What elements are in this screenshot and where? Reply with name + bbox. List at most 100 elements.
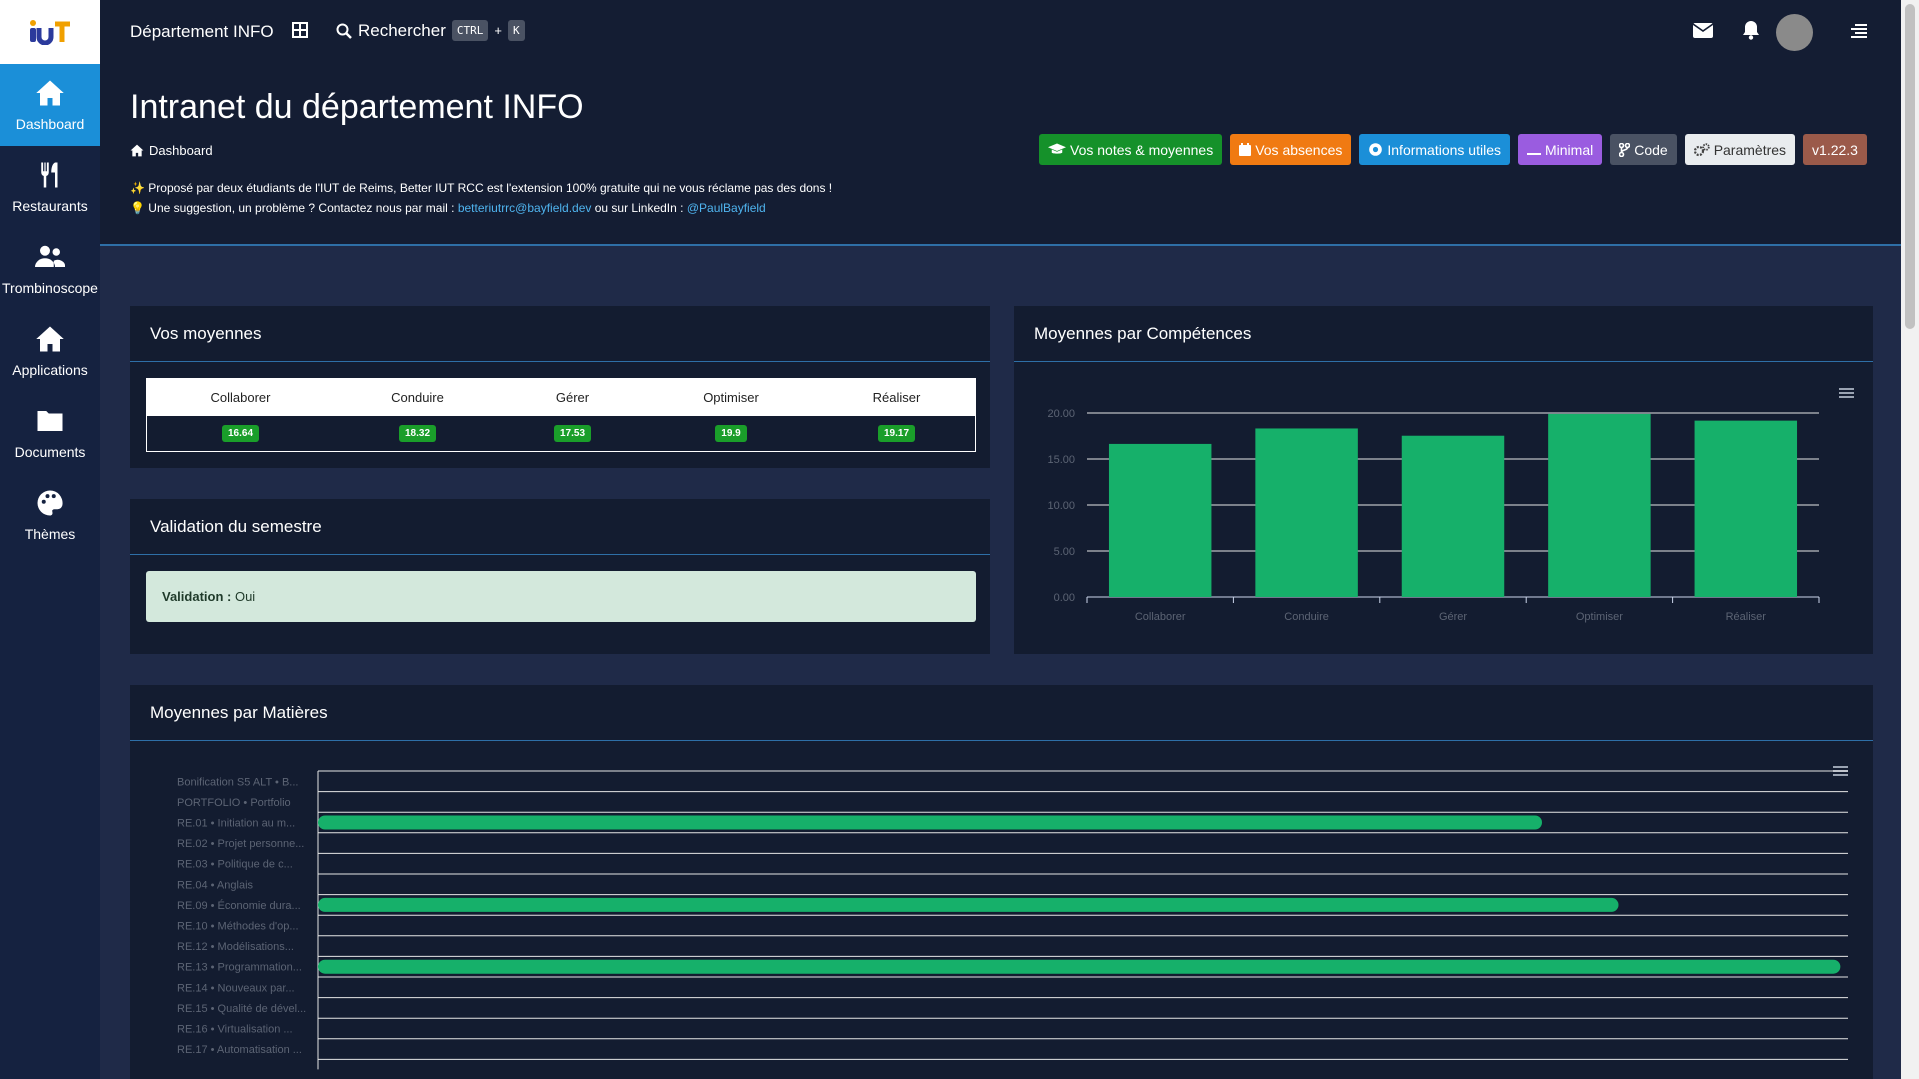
table-header-row: Collaborer Conduire Gérer Optimiser Réal…	[147, 379, 975, 416]
scrollbar-thumb[interactable]	[1905, 4, 1915, 329]
email-link[interactable]: betteriutrrc@bayfield.dev	[458, 201, 592, 215]
kbd-ctrl: CTRL	[451, 20, 489, 41]
search-label: Rechercher	[358, 20, 446, 40]
home-icon	[36, 326, 64, 352]
chart-bar	[1548, 413, 1651, 597]
grade-badge: 18.32	[398, 425, 437, 442]
search-button[interactable]: Rechercher CTRL + K	[336, 20, 525, 41]
sidebar-item-trombinoscope[interactable]: Trombinoscope	[0, 228, 100, 310]
sidebar-item-applications[interactable]: Applications	[0, 310, 100, 392]
sparkles-icon: ✨	[130, 181, 145, 195]
eye-icon	[1369, 143, 1383, 156]
validation-card: Validation du semestre Validation : Oui	[130, 499, 990, 654]
sidebar-item-dashboard[interactable]: Dashboard	[0, 64, 100, 146]
mail-icon[interactable]	[1693, 23, 1713, 38]
iut-logo-icon	[30, 20, 70, 45]
y-tick-label: 5.00	[1054, 546, 1075, 558]
sidebar-item-restaurants[interactable]: Restaurants	[0, 146, 100, 228]
bell-icon[interactable]	[1742, 20, 1760, 40]
info-line-2: 💡 Une suggestion, un problème ? Contacte…	[130, 198, 832, 218]
sidebar-item-label: Applications	[12, 362, 88, 378]
chart-bar	[318, 897, 1619, 912]
minimal-button[interactable]: Minimal	[1517, 134, 1603, 165]
minimal-icon	[1526, 153, 1541, 155]
breadcrumb-item-dashboard[interactable]: Dashboard	[149, 143, 213, 158]
table-cell: 18.32	[334, 416, 501, 451]
users-icon	[35, 245, 65, 267]
action-buttons: Vos notes & moyennes Vos absences Inform…	[1039, 134, 1867, 165]
grade-badge: 17.53	[553, 425, 592, 442]
notes-moyennes-button[interactable]: Vos notes & moyennes	[1039, 134, 1223, 165]
palette-icon	[37, 490, 63, 516]
table-header: Collaborer	[210, 390, 271, 405]
card-title: Moyennes par Matières	[130, 685, 1873, 741]
sidebar-item-label: Thèmes	[24, 526, 76, 542]
y-tick-label: RE.04 • Anglais	[177, 879, 254, 891]
table-header: Optimiser	[703, 390, 759, 405]
chart-bar	[1401, 435, 1505, 597]
table-header: Conduire	[391, 390, 444, 405]
button-label: Paramètres	[1713, 141, 1787, 158]
page-header: Département INFO Rechercher CTRL + K Int…	[100, 0, 1901, 246]
table-header: Réaliser	[872, 390, 921, 405]
grade-badge: 16.64	[221, 425, 260, 442]
parametres-button[interactable]: Paramètres	[1684, 134, 1796, 165]
sidebar-item-documents[interactable]: Documents	[0, 392, 100, 474]
kbd-k: K	[507, 20, 525, 41]
linkedin-link[interactable]: @PaulBayfield	[687, 201, 766, 215]
grid-icon[interactable]	[292, 22, 308, 38]
search-icon	[336, 23, 352, 39]
department-title[interactable]: Département INFO	[130, 22, 274, 42]
table-header: Gérer	[555, 390, 590, 405]
breadcrumb: Dashboard	[130, 143, 213, 158]
x-tick-label: Gérer	[1439, 611, 1467, 623]
sidebar-item-label: Documents	[14, 444, 86, 460]
y-tick-label: 0.00	[1054, 592, 1075, 604]
y-tick-label: RE.09 • Économie dura...	[177, 899, 301, 912]
absences-button[interactable]: Vos absences	[1230, 134, 1352, 165]
matieres-chart: Bonification S5 ALT • B... PORTFOLIO • Po…	[177, 770, 1848, 1070]
lightbulb-icon: 💡	[130, 201, 145, 215]
informations-button[interactable]: Informations utiles	[1359, 134, 1510, 165]
competences-card: Moyennes par Compétences 0.00 5.00 10.00 15…	[1014, 306, 1873, 654]
y-tick-label: RE.01 • Initiation au m...	[177, 818, 295, 830]
topbar: Département INFO Rechercher CTRL + K	[100, 0, 1901, 64]
card-title: Vos moyennes	[130, 306, 990, 362]
version-badge[interactable]: v1.22.3	[1803, 134, 1867, 165]
y-tick-label: RE.13 • Programmation...	[177, 962, 302, 974]
avatar[interactable]	[1776, 14, 1813, 51]
table-row: 16.64 18.32 17.53 19.9 19.17	[147, 416, 975, 451]
y-tick-label: 15.00	[1047, 454, 1075, 466]
x-tick-label: Conduire	[1284, 611, 1329, 623]
graduation-icon	[1048, 143, 1066, 154]
calendar-icon	[1239, 143, 1252, 156]
info-text: ✨ Proposé par deux étudiants de l'IUT de…	[130, 178, 832, 218]
gears-icon	[1693, 142, 1710, 156]
sidebar-item-themes[interactable]: Thèmes	[0, 474, 100, 556]
x-tick-label: Collaborer	[1135, 611, 1186, 623]
y-tick-label: PORTFOLIO • Portfolio	[177, 797, 291, 809]
card-title: Validation du semestre	[130, 499, 990, 555]
y-tick-label: RE.16 • Virtualisation ...	[177, 1024, 293, 1036]
page-scrollbar[interactable]	[1901, 0, 1919, 1079]
moyennes-card: Vos moyennes Collaborer Conduire Gérer O…	[130, 306, 990, 468]
y-tick-label: RE.02 • Projet personne...	[177, 838, 304, 850]
sidebar-item-label: Restaurants	[12, 198, 88, 214]
competences-chart: 0.00 5.00 10.00 15.00 20.00 Collaborer Conduir…	[1047, 408, 1820, 623]
code-button[interactable]: Code	[1610, 134, 1677, 165]
info-line-1-text: Proposé par deux étudiants de l'IUT de R…	[148, 181, 833, 195]
x-tick-label: Réaliser	[1726, 611, 1767, 623]
y-tick-label: RE.10 • Méthodes d'op...	[177, 921, 299, 933]
sidebar: Dashboard Restaurants Trombinoscope Appl…	[0, 0, 100, 1079]
iut-logo[interactable]	[0, 0, 100, 64]
menu-icon[interactable]	[1851, 23, 1867, 39]
x-tick-label: Optimiser	[1576, 611, 1623, 623]
validation-label: Validation :	[162, 589, 232, 604]
table-cell: 19.17	[818, 416, 975, 451]
info-line-2-mid: ou sur LinkedIn :	[594, 201, 684, 215]
page-title: Intranet du département INFO	[130, 88, 584, 126]
button-label: Minimal	[1544, 141, 1594, 158]
y-tick-label: Bonification S5 ALT • B...	[177, 776, 298, 788]
y-tick-label: RE.15 • Qualité de dével...	[177, 1003, 306, 1015]
table-cell: 16.64	[147, 416, 334, 451]
